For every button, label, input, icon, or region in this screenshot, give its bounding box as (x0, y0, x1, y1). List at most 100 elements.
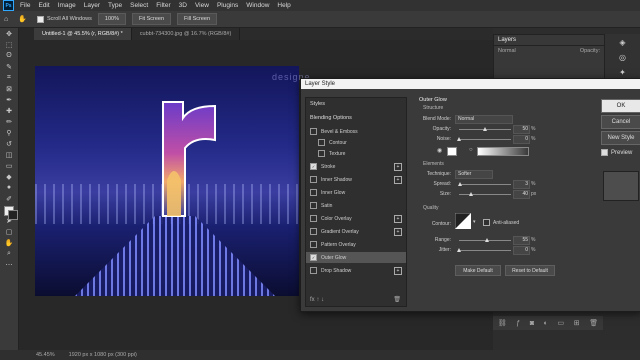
blending-options-item[interactable]: Blending Options (306, 112, 356, 124)
menu-file[interactable]: File (20, 2, 30, 9)
zoom-tool-icon[interactable]: ⌕ (0, 248, 18, 259)
size-input[interactable]: 40 (513, 190, 530, 199)
add-inner-shadow-icon[interactable]: + (394, 175, 402, 184)
new-layer-icon[interactable]: ⊞ (574, 319, 580, 327)
technique-select[interactable]: Softer (455, 170, 493, 179)
menu-view[interactable]: View (195, 2, 209, 9)
range-slider-handle[interactable] (485, 238, 489, 242)
brush-tool-icon[interactable]: ✏ (0, 116, 18, 127)
menu-image[interactable]: Image (58, 2, 76, 9)
menu-plugins[interactable]: Plugins (217, 2, 238, 9)
scroll-all-windows-checkbox[interactable]: Scroll All Windows (36, 15, 92, 23)
menu-type[interactable]: Type (108, 2, 122, 9)
style-item-drop-shadow[interactable]: Drop Shadow + (306, 265, 406, 276)
paths-panel-icon[interactable]: ✦ (605, 68, 640, 77)
fx-menu-icon[interactable]: fx ↑ ↓ (310, 297, 324, 303)
checkbox-icon[interactable]: ✓ (310, 254, 317, 261)
delete-layer-icon[interactable]: 🗑 (589, 319, 598, 327)
layers-panel-title[interactable]: Layers (494, 35, 604, 46)
opacity-slider-handle[interactable] (483, 127, 487, 131)
opacity-input[interactable]: 50 (513, 125, 530, 134)
jitter-slider[interactable] (459, 250, 511, 251)
style-item-inner-glow[interactable]: Inner Glow (306, 187, 406, 198)
checkbox-icon[interactable] (310, 241, 317, 248)
more-tools-icon[interactable]: ⋯ (0, 259, 18, 270)
background-color-swatch[interactable] (8, 210, 18, 220)
document-canvas[interactable] (35, 66, 299, 296)
gradient-tool-icon[interactable]: ▭ (0, 160, 18, 171)
checkbox-icon[interactable] (318, 139, 325, 146)
tab-untitled-1[interactable]: Untitled-1 @ 45.5% (r, RGB/8#) * (34, 28, 132, 40)
eraser-tool-icon[interactable]: ◫ (0, 149, 18, 160)
style-item-color-overlay[interactable]: Color Overlay + (306, 213, 406, 224)
blend-mode-select[interactable]: Normal (455, 115, 513, 124)
ok-button[interactable]: OK (601, 99, 640, 113)
quick-select-tool-icon[interactable]: ✎ (0, 61, 18, 72)
jitter-slider-handle[interactable] (457, 248, 461, 252)
frame-tool-icon[interactable]: ⊠ (0, 83, 18, 94)
layers-panel-icon[interactable]: ◈ (605, 38, 640, 47)
spread-slider-handle[interactable] (458, 182, 462, 186)
clone-stamp-tool-icon[interactable]: ⚲ (0, 127, 18, 138)
style-item-satin[interactable]: Satin (306, 200, 406, 211)
group-icon[interactable]: ▭ (558, 319, 565, 327)
checkbox-icon[interactable] (310, 128, 317, 135)
checkbox-icon[interactable] (310, 176, 317, 183)
checkbox-icon[interactable] (310, 202, 317, 209)
add-drop-shadow-icon[interactable]: + (394, 266, 402, 275)
healing-brush-tool-icon[interactable]: ✚ (0, 105, 18, 116)
hand-tool-icon[interactable]: ✋ (0, 237, 18, 248)
eyedropper-tool-icon[interactable]: ✒ (0, 94, 18, 105)
style-item-inner-shadow[interactable]: Inner Shadow + (306, 174, 406, 185)
gradient-radio[interactable]: ○ (469, 147, 473, 153)
rectangle-tool-icon[interactable]: ▢ (0, 226, 18, 237)
marquee-tool-icon[interactable]: ⬚ (0, 39, 18, 50)
glow-gradient-picker[interactable] (477, 147, 529, 156)
add-mask-icon[interactable]: ◙ (530, 320, 534, 327)
style-item-outer-glow[interactable]: ✓ Outer Glow (306, 252, 406, 263)
style-item-pattern-overlay[interactable]: Pattern Overlay (306, 239, 406, 250)
status-zoom[interactable]: 45.45% (36, 352, 55, 358)
dodge-tool-icon[interactable]: ● (0, 182, 18, 193)
preview-checkbox[interactable]: Preview (601, 149, 632, 156)
fill-screen-button[interactable]: Fill Screen (177, 13, 218, 25)
zoom-100-button[interactable]: 100% (97, 13, 126, 25)
layers-blend-mode[interactable]: Normal (498, 48, 516, 54)
style-item-texture[interactable]: Texture (306, 148, 414, 159)
noise-slider-handle[interactable] (457, 137, 461, 141)
spread-input[interactable]: 3 (513, 180, 530, 189)
make-default-button[interactable]: Make Default (455, 265, 501, 276)
range-input[interactable]: 55 (513, 236, 530, 245)
history-brush-tool-icon[interactable]: ↺ (0, 138, 18, 149)
menu-3d[interactable]: 3D (179, 2, 187, 9)
cancel-button[interactable]: Cancel (601, 115, 640, 129)
spread-slider[interactable] (459, 184, 511, 185)
size-slider-handle[interactable] (469, 192, 473, 196)
checkbox-icon[interactable]: ✓ (310, 163, 317, 170)
style-item-bevel-emboss[interactable]: Bevel & Emboss (306, 126, 406, 137)
menu-edit[interactable]: Edit (38, 2, 49, 9)
pen-tool-icon[interactable]: ✐ (0, 193, 18, 204)
menu-layer[interactable]: Layer (84, 2, 100, 9)
tab-cubbt-jpg[interactable]: cubbt-734300.jpg @ 16.7% (RGB/8#) (132, 28, 241, 40)
fit-screen-button[interactable]: Fit Screen (131, 13, 172, 25)
add-color-overlay-icon[interactable]: + (394, 214, 402, 223)
jitter-input[interactable]: 0 (513, 246, 530, 255)
channels-panel-icon[interactable]: ◎ (605, 53, 640, 62)
size-slider[interactable] (459, 194, 511, 195)
add-stroke-icon[interactable]: + (394, 162, 402, 171)
crop-tool-icon[interactable]: ⌗ (0, 72, 18, 83)
fx-icon[interactable]: ƒ (516, 320, 520, 327)
menu-select[interactable]: Select (130, 2, 148, 9)
menu-help[interactable]: Help (277, 2, 290, 9)
style-item-contour[interactable]: Contour (306, 137, 414, 148)
lasso-tool-icon[interactable]: ʘ (0, 50, 18, 61)
solid-color-radio[interactable]: ◉ (437, 147, 442, 154)
menu-window[interactable]: Window (246, 2, 269, 9)
checkbox-icon[interactable] (310, 215, 317, 222)
contour-dropdown-icon[interactable]: ▾ (473, 219, 476, 225)
styles-header[interactable]: Styles (306, 98, 406, 110)
photoshop-logo[interactable]: Ps (3, 0, 14, 11)
glow-color-swatch[interactable] (447, 147, 457, 156)
noise-input[interactable]: 0 (513, 135, 530, 144)
